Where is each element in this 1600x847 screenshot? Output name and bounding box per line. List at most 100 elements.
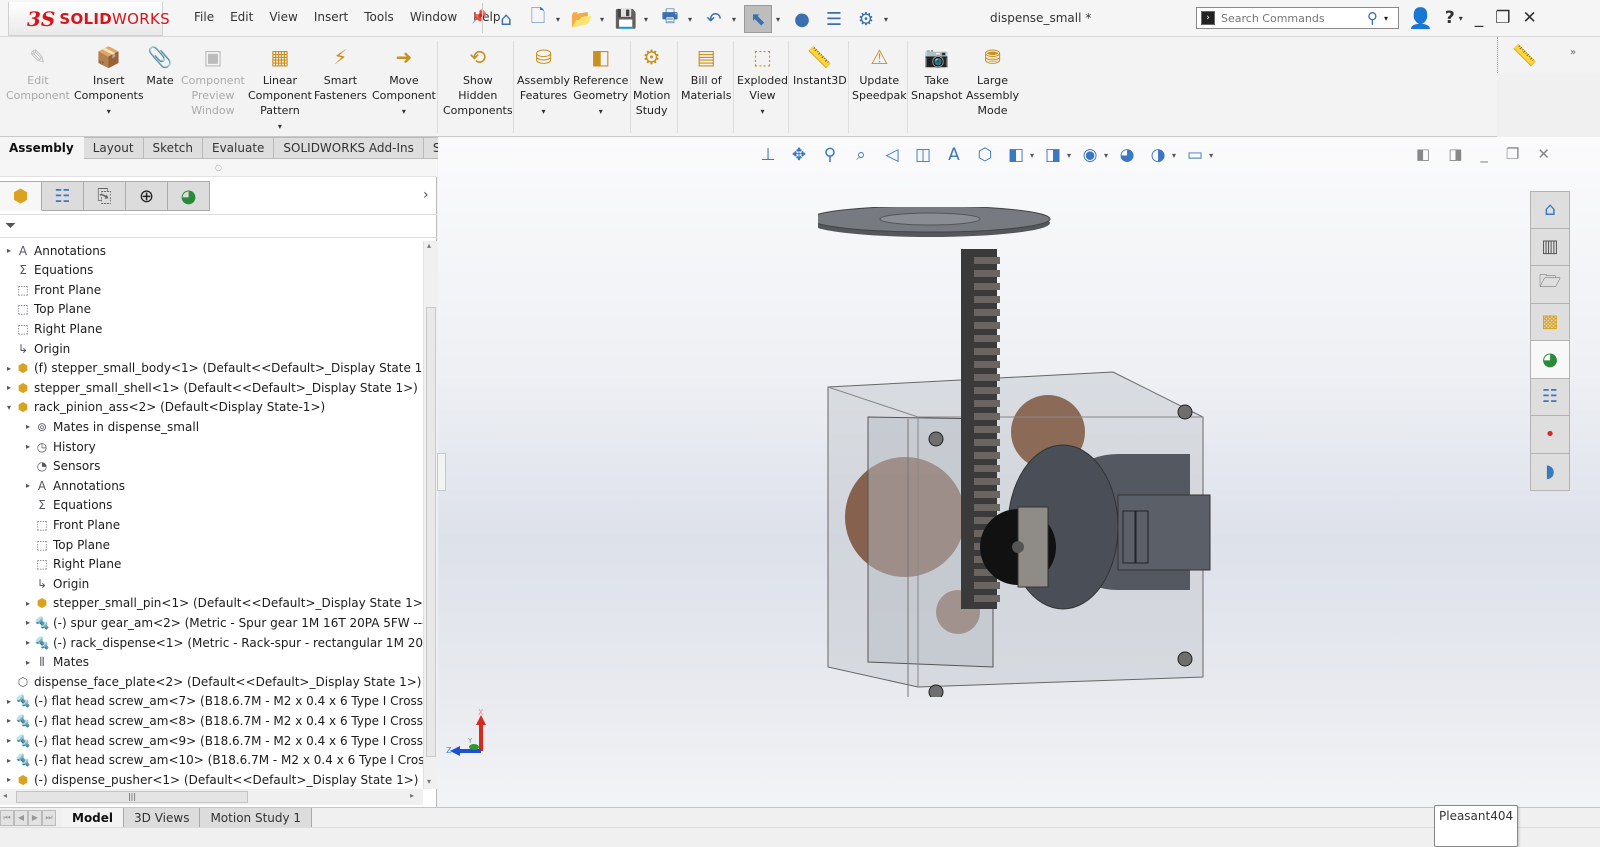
dropdown-arrow-icon[interactable]: ▾ (760, 104, 764, 119)
panel-splitter-handle[interactable] (437, 453, 446, 491)
cmd-component-preview[interactable]: ▣ Component Preview Window (181, 43, 245, 118)
dropdown-arrow-icon[interactable]: ▾ (688, 15, 696, 24)
configurationmanager-icon[interactable]: ⎘ (84, 181, 126, 211)
expand-chevron-icon[interactable]: » (1570, 47, 1576, 58)
dropdown-arrow-icon[interactable]: ▾ (107, 104, 111, 119)
expand-arrow-icon[interactable]: ▸ (22, 442, 34, 451)
last-tab-icon[interactable]: ⏭ (42, 809, 56, 826)
cmd-show-hidden[interactable]: ⟲ Show Hidden Components (443, 43, 513, 118)
dropdown-arrow-icon[interactable]: ▾ (884, 15, 892, 24)
tree-item[interactable]: ▸ ⬢ stepper_small_shell<1> (Default<<Defau… (3, 378, 418, 397)
viewport-restore-icon[interactable]: ❐ (1506, 145, 1519, 163)
prev-tab-icon[interactable]: ◀ (14, 809, 28, 826)
cmd-exploded-view[interactable]: ⬚ Exploded View ▾ (737, 43, 788, 119)
tab-sketch[interactable]: Sketch (143, 137, 203, 159)
zoom-to-area-icon[interactable]: ⌕ (849, 143, 873, 167)
vertical-scroll-thumb[interactable] (426, 307, 436, 757)
tree-vertical-scrollbar[interactable]: ▴ ▾ (423, 241, 437, 789)
zoom-to-fit-icon[interactable]: ⚲ (818, 143, 842, 167)
search-commands-input[interactable] (1221, 11, 1361, 25)
open-folder-icon[interactable]: 📂 (568, 5, 596, 33)
tree-item[interactable]: ⬚ Right Plane (22, 555, 121, 574)
tree-item[interactable]: ⬚ Front Plane (22, 515, 120, 534)
tree-item[interactable]: ◔ Sensors (22, 457, 101, 476)
viewport-minimize-icon[interactable]: _ (1480, 145, 1488, 163)
horizontal-scroll-thumb[interactable]: ||| (16, 791, 248, 803)
dropdown-arrow-icon[interactable]: ▾ (1209, 151, 1213, 160)
cmd-mate-paperclip[interactable]: 📎 Mate (146, 43, 174, 88)
solidworks-logo[interactable]: 3S SOLIDWORKS (8, 2, 170, 36)
close-icon[interactable]: ✕ (1523, 8, 1537, 28)
cmd-smart-fasteners[interactable]: ⚡ Smart Fasteners (314, 43, 367, 103)
dropdown-arrow-icon[interactable]: ▾ (600, 15, 608, 24)
tree-item[interactable]: ↳ Origin (3, 339, 70, 358)
solidworks-forum-icon[interactable]: • (1530, 416, 1570, 454)
scroll-right-icon[interactable]: ▸ (410, 791, 414, 800)
expand-arrow-icon[interactable]: ▸ (3, 697, 15, 706)
new-document-icon[interactable]: 🗋 (524, 5, 552, 33)
expand-arrow-icon[interactable]: ▸ (3, 756, 15, 765)
tab-layout[interactable]: Layout (83, 137, 144, 159)
more-tabs-chevron-icon[interactable]: › (423, 187, 429, 203)
tree-item[interactable]: ⬚ Top Plane (22, 535, 110, 554)
tab-motion-study-1[interactable]: Motion Study 1 (200, 808, 313, 827)
appearances-scenes-icon[interactable]: ◕ (1530, 341, 1570, 379)
print-icon[interactable]: 🖶 (656, 5, 684, 33)
expand-arrow-icon[interactable]: ▸ (22, 638, 34, 647)
tree-item[interactable]: ▸ 🔩 (-) flat head screw_am<8> (B18.6.7M - … (3, 711, 423, 730)
cmd-assembly-features[interactable]: ⛁ Assembly Features ▾ (517, 43, 570, 119)
viewport-close-icon[interactable]: ✕ (1537, 145, 1550, 163)
hide-show-items-icon[interactable]: ◨ (1041, 143, 1065, 167)
expand-arrow-icon[interactable]: ▸ (22, 618, 34, 627)
scroll-up-icon[interactable]: ▴ (427, 241, 431, 250)
scroll-down-icon[interactable]: ▾ (427, 777, 431, 786)
dropdown-arrow-icon[interactable]: ▾ (599, 104, 603, 119)
dropdown-arrow-icon[interactable]: ▾ (1104, 151, 1108, 160)
tab-evaluate[interactable]: Evaluate (202, 137, 275, 159)
visibility-eye-icon[interactable]: ◉ (1078, 143, 1102, 167)
cmd-move-component[interactable]: ➜ Move Component ▾ (372, 43, 436, 119)
first-tab-icon[interactable]: ⏮ (0, 809, 14, 826)
display-manager-icon[interactable]: ◕ (168, 181, 210, 211)
tree-item[interactable]: Σ Equations (22, 496, 112, 515)
expand-arrow-icon[interactable]: ▸ (3, 716, 15, 725)
expand-arrow-icon[interactable]: ▸ (3, 775, 15, 784)
custom-properties-icon[interactable]: ☷ (1530, 378, 1570, 416)
assembly-model[interactable] (818, 207, 1238, 697)
minimize-icon[interactable]: _ (1475, 8, 1484, 28)
menu-view[interactable]: View (261, 10, 305, 24)
tab-model[interactable]: Model (62, 808, 125, 827)
tree-item[interactable]: ▸ ⫴ Mates (22, 653, 89, 672)
tab-3d-views[interactable]: 3D Views (124, 808, 201, 827)
tree-item[interactable]: ↳ Origin (22, 574, 89, 593)
expand-arrow-icon[interactable]: ▸ (3, 736, 15, 745)
cmd-large-assembly[interactable]: ⛃ Large Assembly Mode (966, 43, 1019, 118)
help-dropdown-icon[interactable]: ▾ (1459, 14, 1463, 23)
3dexperience-icon[interactable]: ◗ (1530, 453, 1570, 491)
search-icon[interactable]: ⚲ (1367, 9, 1378, 27)
tree-filter[interactable]: ⏷ (0, 214, 437, 238)
restore-icon[interactable]: ❐ (1495, 8, 1510, 28)
tree-item[interactable]: ▸ 🔩 (-) flat head screw_am<7> (B18.6.7M - … (3, 692, 423, 711)
dropdown-arrow-icon[interactable]: ▾ (644, 15, 652, 24)
dropdown-arrow-icon[interactable]: ▾ (1172, 151, 1176, 160)
panel-grip[interactable]: ○ (0, 159, 437, 177)
apply-scene-icon[interactable]: ◑ (1146, 143, 1170, 167)
tree-item[interactable]: ▸ 🔩 (-) flat head screw_am<10> (B18.6.7M -… (3, 751, 423, 770)
view-palette-icon[interactable]: ▩ (1530, 303, 1570, 341)
menu-insert[interactable]: Insert (306, 10, 356, 24)
tree-item[interactable]: ▸ A Annotations (22, 476, 125, 495)
tree-item[interactable]: ▸ ◷ History (22, 437, 96, 456)
collapse-right-icon[interactable]: ◨ (1448, 145, 1462, 163)
save-icon[interactable]: 💾 (612, 5, 640, 33)
cmd-bill-of-materials[interactable]: ▤ Bill of Materials (681, 43, 731, 103)
expand-arrow-icon[interactable]: ▸ (3, 246, 15, 255)
dynamic-annotation-icon[interactable]: A (942, 143, 966, 167)
cmd-update-speedpak[interactable]: ⚠ Update Speedpak (852, 43, 907, 103)
collapse-left-icon[interactable]: ◧ (1416, 145, 1430, 163)
undo-icon[interactable]: ↶ (700, 5, 728, 33)
cmd-reference-geometry[interactable]: ◧ Reference Geometry ▾ (573, 43, 628, 119)
tree-item[interactable]: ▸ A Annotations (3, 241, 106, 260)
cmd-instant3d[interactable]: 📏 Instant3D (793, 43, 847, 88)
select-arrow-icon[interactable]: ⬉ (744, 5, 772, 33)
